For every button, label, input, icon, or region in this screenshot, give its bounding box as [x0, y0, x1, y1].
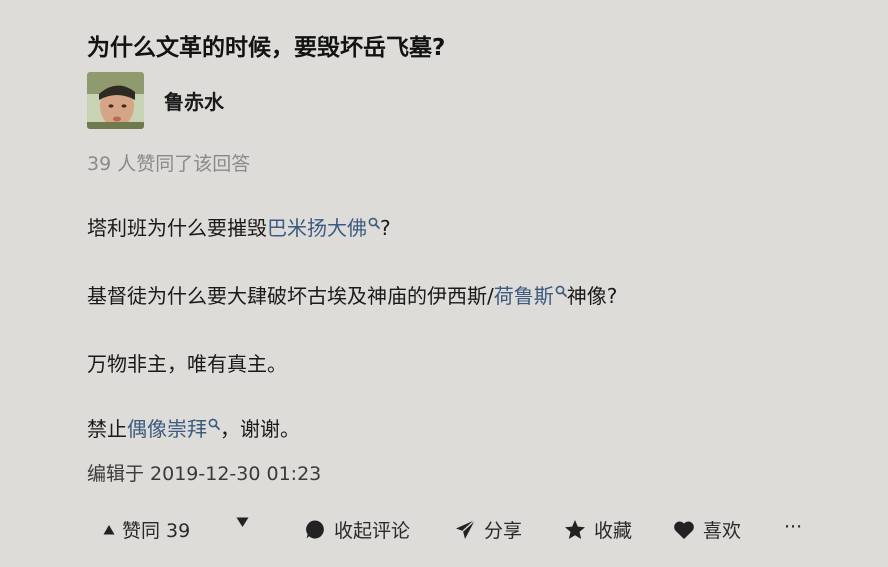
star-icon	[565, 520, 585, 539]
keyword-text: 荷鲁斯	[493, 284, 554, 308]
vote-down-button[interactable]	[236, 516, 249, 528]
vote-up-label: 赞同 39	[122, 520, 191, 542]
like-button[interactable]: 喜欢	[673, 516, 741, 543]
paragraph-text: 禁止	[87, 417, 127, 441]
paragraph-text: 基督徒为什么要大肆破坏古埃及神庙的伊西斯/	[87, 284, 494, 308]
search-icon	[368, 217, 380, 229]
paragraph-text: 神像?	[566, 284, 618, 308]
collapse-comments-label: 收起评论	[334, 520, 411, 542]
author-info: 鲁赤水	[87, 72, 224, 129]
share-label: 分享	[484, 520, 523, 542]
collapse-comments-button[interactable]: 收起评论	[305, 516, 410, 543]
answer-paragraph-3: 万物非主，唯有真主。	[87, 352, 287, 376]
avatar-image	[87, 72, 144, 129]
triangle-down-icon	[236, 517, 249, 527]
keyword-link[interactable]: 巴米扬大佛	[267, 216, 380, 240]
more-button[interactable]: ···	[784, 516, 802, 538]
paragraph-text: ，谢谢。	[220, 417, 300, 441]
like-label: 喜欢	[703, 520, 742, 542]
paper-plane-icon	[456, 519, 476, 539]
vote-up-button[interactable]: 赞同 39	[103, 516, 190, 543]
keyword-link[interactable]: 荷鲁斯	[494, 284, 567, 308]
search-icon	[555, 285, 567, 297]
favorite-label: 收藏	[594, 520, 633, 542]
answer-paragraph-2: 基督徒为什么要大肆破坏古埃及神庙的伊西斯/荷鲁斯 神像?	[87, 280, 617, 309]
favorite-button[interactable]: 收藏	[564, 516, 632, 543]
voters-count[interactable]: 39 人赞同了该回答	[87, 149, 250, 176]
keyword-link[interactable]: 偶像崇拜	[127, 417, 220, 441]
keyword-text: 巴米扬大佛	[267, 216, 367, 240]
comment-icon	[306, 520, 324, 539]
answer-paragraph-4: 禁止偶像崇拜 ，谢谢。	[87, 413, 300, 442]
heart-icon	[674, 521, 694, 539]
share-button[interactable]: 分享	[455, 516, 522, 543]
question-title[interactable]: 为什么文革的时候，要毁坏岳飞墓?	[87, 28, 445, 62]
paragraph-text: 塔利班为什么要摧毁	[87, 216, 267, 240]
more-icon: ···	[784, 516, 803, 538]
author-name[interactable]: 鲁赤水	[164, 86, 224, 115]
keyword-text: 偶像崇拜	[127, 417, 207, 441]
paragraph-text: ?	[380, 216, 391, 240]
answer-paragraph-1: 塔利班为什么要摧毁巴米扬大佛?	[87, 212, 391, 241]
search-icon	[208, 418, 220, 430]
action-bar: 赞同 39 收起评论 分享 收藏 喜欢 ···	[87, 516, 827, 544]
avatar[interactable]	[87, 72, 144, 129]
triangle-up-icon	[103, 524, 115, 534]
edit-time[interactable]: 编辑于 2019-12-30 01:23	[87, 459, 321, 486]
